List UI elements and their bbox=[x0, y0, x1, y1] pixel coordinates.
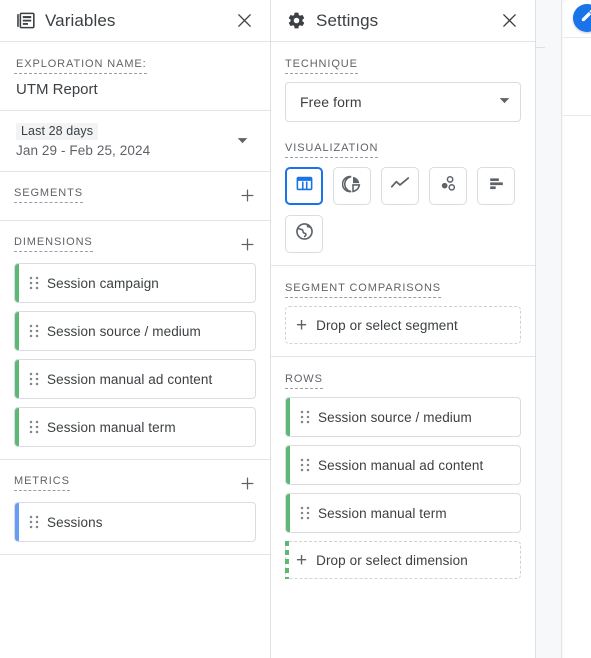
settings-panel-title: Settings bbox=[316, 10, 379, 30]
add-segment-button[interactable] bbox=[236, 184, 258, 206]
donut-chart-icon bbox=[341, 174, 362, 199]
viz-option-bar[interactable] bbox=[477, 167, 515, 205]
article-stack-icon bbox=[14, 10, 36, 32]
date-range-chip: Last 28 days bbox=[16, 123, 99, 140]
row-chip[interactable]: Session manual ad content bbox=[285, 445, 521, 485]
canvas-divider bbox=[563, 115, 591, 116]
settings-panel: Settings TECHNIQUE Free form VISUALIZATI bbox=[271, 0, 536, 658]
metrics-header: METRICS bbox=[14, 472, 256, 494]
visualization-options bbox=[285, 167, 521, 253]
globe-icon bbox=[294, 221, 315, 247]
dimension-dropzone[interactable]: + Drop or select dimension bbox=[285, 541, 521, 579]
edit-report-button[interactable] bbox=[573, 4, 591, 32]
table-icon bbox=[295, 174, 314, 198]
drag-handle-icon[interactable] bbox=[292, 410, 318, 424]
date-range-selector[interactable]: Last 28 days Jan 29 - Feb 25, 2024 bbox=[0, 111, 270, 172]
dimension-chip[interactable]: Session campaign bbox=[14, 263, 256, 303]
exploration-name-value[interactable]: UTM Report bbox=[14, 81, 256, 98]
segment-dropzone-label: Drop or select segment bbox=[316, 317, 458, 333]
drag-handle-icon[interactable] bbox=[21, 515, 47, 529]
segment-comparisons-section: SEGMENT COMPARISONS + Drop or select seg… bbox=[271, 266, 535, 357]
segment-dropzone[interactable]: + Drop or select segment bbox=[285, 306, 521, 344]
edit-pencil-icon bbox=[580, 8, 591, 28]
metric-chip-label: Sessions bbox=[47, 514, 103, 530]
row-chip-label: Session source / medium bbox=[318, 409, 472, 425]
settings-panel-header: Settings bbox=[271, 0, 535, 42]
row-chip-label: Session manual term bbox=[318, 505, 447, 521]
technique-visualization-section: TECHNIQUE Free form VISUALIZATION bbox=[271, 42, 535, 266]
plus-icon: + bbox=[296, 314, 308, 336]
canvas-gutter bbox=[536, 0, 562, 658]
dimension-chip[interactable]: Session source / medium bbox=[14, 311, 256, 351]
report-canvas-card bbox=[563, 0, 591, 658]
dimension-chip[interactable]: Session manual term bbox=[14, 407, 256, 447]
date-range-texts: Last 28 days Jan 29 - Feb 25, 2024 bbox=[14, 122, 232, 158]
dimension-chip-label: Session campaign bbox=[47, 275, 159, 291]
viz-option-donut[interactable] bbox=[333, 167, 371, 205]
drag-handle-icon[interactable] bbox=[292, 506, 318, 520]
visualization-block: VISUALIZATION bbox=[285, 138, 521, 253]
caret-down-icon[interactable] bbox=[232, 130, 252, 150]
viz-option-line[interactable] bbox=[381, 167, 419, 205]
canvas-divider bbox=[563, 37, 591, 38]
dimension-chip[interactable]: Session manual ad content bbox=[14, 359, 256, 399]
row-chip-label: Session manual ad content bbox=[318, 457, 484, 473]
segments-section: SEGMENTS bbox=[0, 172, 270, 221]
visualization-label: VISUALIZATION bbox=[285, 142, 379, 158]
drag-handle-icon[interactable] bbox=[292, 458, 318, 472]
metric-chip[interactable]: Sessions bbox=[14, 502, 256, 542]
viz-option-geo[interactable] bbox=[285, 215, 323, 253]
caret-down-icon bbox=[499, 93, 510, 111]
dimension-chip-label: Session manual term bbox=[47, 419, 176, 435]
gutter-divider bbox=[536, 47, 545, 48]
row-chip[interactable]: Session manual term bbox=[285, 493, 521, 533]
close-icon[interactable] bbox=[232, 9, 256, 33]
exploration-workspace: Variables EXPLORATION NAME: UTM Report L… bbox=[0, 0, 591, 658]
add-metric-button[interactable] bbox=[236, 472, 258, 494]
variables-panel-title: Variables bbox=[45, 10, 116, 30]
rows-section: ROWS Session source / medium Session man… bbox=[271, 357, 535, 591]
drag-handle-icon[interactable] bbox=[21, 276, 47, 290]
dimension-chip-label: Session source / medium bbox=[47, 323, 201, 339]
add-dimension-button[interactable] bbox=[236, 233, 258, 255]
technique-select-value: Free form bbox=[300, 94, 362, 110]
drag-handle-icon[interactable] bbox=[21, 372, 47, 386]
gear-icon bbox=[285, 10, 307, 32]
variables-panel-body: EXPLORATION NAME: UTM Report Last 28 day… bbox=[0, 42, 270, 658]
dimensions-header: DIMENSIONS bbox=[14, 233, 256, 255]
scatter-plot-icon bbox=[438, 174, 458, 199]
dimension-chip-label: Session manual ad content bbox=[47, 371, 213, 387]
segments-header: SEGMENTS bbox=[14, 184, 256, 206]
dimensions-section: DIMENSIONS Session campaign Session sour… bbox=[0, 221, 270, 460]
bar-chart-icon bbox=[487, 174, 506, 198]
viz-option-table[interactable] bbox=[285, 167, 323, 205]
row-chip[interactable]: Session source / medium bbox=[285, 397, 521, 437]
technique-label: TECHNIQUE bbox=[285, 58, 358, 74]
line-chart-icon bbox=[389, 173, 411, 200]
canvas-edge-area bbox=[536, 0, 591, 658]
rows-label: ROWS bbox=[285, 373, 323, 389]
exploration-name-label: EXPLORATION NAME: bbox=[14, 58, 147, 74]
dimension-dropzone-label: Drop or select dimension bbox=[316, 552, 468, 568]
metrics-section: METRICS Sessions bbox=[0, 460, 270, 555]
exploration-name-section: EXPLORATION NAME: UTM Report bbox=[0, 42, 270, 111]
variables-panel: Variables EXPLORATION NAME: UTM Report L… bbox=[0, 0, 271, 658]
viz-option-scatter[interactable] bbox=[429, 167, 467, 205]
close-icon[interactable] bbox=[497, 9, 521, 33]
variables-panel-header: Variables bbox=[0, 0, 270, 42]
segment-comparisons-label: SEGMENT COMPARISONS bbox=[285, 282, 442, 298]
metrics-label: METRICS bbox=[14, 475, 70, 491]
dimensions-label: DIMENSIONS bbox=[14, 236, 93, 252]
date-range-value: Jan 29 - Feb 25, 2024 bbox=[16, 143, 151, 158]
drag-handle-icon[interactable] bbox=[21, 324, 47, 338]
plus-icon: + bbox=[296, 549, 308, 571]
settings-panel-body: TECHNIQUE Free form VISUALIZATION SEGMEN… bbox=[271, 42, 535, 658]
segments-label: SEGMENTS bbox=[14, 187, 83, 203]
technique-select[interactable]: Free form bbox=[285, 82, 521, 122]
drag-handle-icon[interactable] bbox=[21, 420, 47, 434]
